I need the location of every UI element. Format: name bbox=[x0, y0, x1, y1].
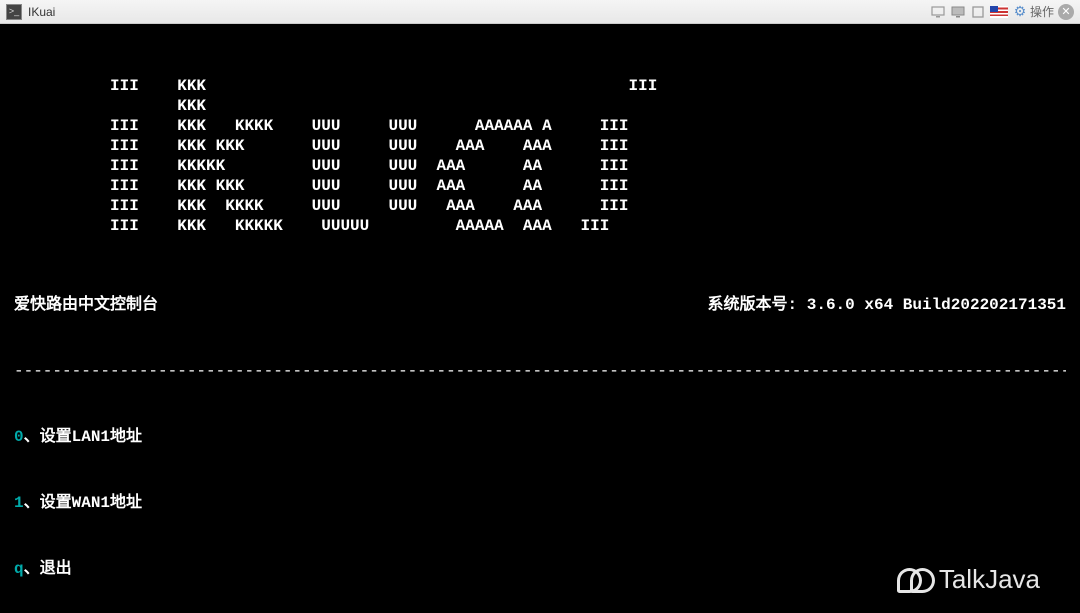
monitor2-icon[interactable] bbox=[950, 4, 966, 20]
window-icon[interactable] bbox=[970, 4, 986, 20]
console-title: 爱快路由中文控制台 bbox=[14, 294, 708, 316]
ascii-logo: III KKK III KKK III KKK KKKK UUU UUU AAA… bbox=[14, 76, 1066, 236]
menu-item-lan1: 0、设置LAN1地址 bbox=[14, 426, 1066, 448]
flag-us-icon[interactable] bbox=[990, 6, 1008, 18]
window-titlebar: >_ IKuai ⚙ 操作 ✕ bbox=[0, 0, 1080, 24]
menu-item-wan1: 1、设置WAN1地址 bbox=[14, 492, 1066, 514]
app-title: IKuai bbox=[28, 5, 55, 19]
version-line: 系统版本号: 3.6.0 x64 Build202202171351 bbox=[708, 294, 1066, 316]
console-header: 爱快路由中文控制台系统版本号: 3.6.0 x64 Build202202171… bbox=[14, 294, 1066, 316]
ops-label[interactable]: 操作 bbox=[1030, 3, 1054, 20]
app-icon: >_ bbox=[6, 4, 22, 20]
watermark-text: TalkJava bbox=[939, 564, 1040, 595]
close-icon[interactable]: ✕ bbox=[1058, 4, 1074, 20]
watermark: TalkJava bbox=[897, 564, 1040, 595]
terminal-area[interactable]: III KKK III KKK III KKK KKKK UUU UUU AAA… bbox=[0, 24, 1080, 613]
gear-icon[interactable]: ⚙ bbox=[1012, 4, 1028, 20]
divider-line: ----------------------------------------… bbox=[14, 360, 1066, 382]
wechat-icon bbox=[897, 566, 931, 594]
monitor1-icon[interactable] bbox=[930, 4, 946, 20]
